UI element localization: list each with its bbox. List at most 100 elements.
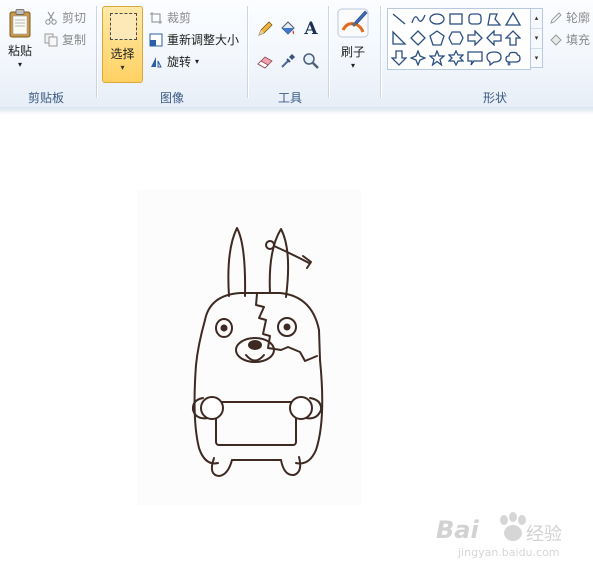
brushes-label: 刷子: [340, 45, 365, 59]
fill-bucket-tool-button[interactable]: [277, 18, 299, 40]
outline-button[interactable]: 轮廓: [549, 9, 590, 26]
fill-label: 填充: [566, 33, 591, 47]
rotate-label: 旋转: [167, 55, 192, 69]
color-picker-tool-button[interactable]: [277, 50, 299, 72]
crop-icon: [149, 11, 163, 25]
hexagon-icon: [448, 31, 464, 45]
crop-label: 裁剪: [167, 11, 192, 25]
shapes-gallery: [387, 8, 531, 70]
brush-icon: [337, 8, 369, 38]
paste-dropdown-arrow[interactable]: ▾: [18, 60, 22, 69]
right-triangle-shape[interactable]: [390, 29, 408, 47]
triangle-shape[interactable]: [504, 10, 522, 28]
select-dropdown-arrow[interactable]: ▾: [103, 63, 142, 72]
watermark-suffix: 经验: [526, 524, 562, 545]
crop-button[interactable]: 裁剪: [149, 9, 191, 26]
pentagon-shape[interactable]: [428, 29, 446, 47]
group-separator: [328, 6, 329, 98]
down-arrow-shape[interactable]: [390, 49, 408, 67]
watermark-brand: Bai: [436, 516, 479, 544]
left-arrow-shape[interactable]: [485, 29, 503, 47]
five-point-star-icon: [429, 50, 445, 66]
up-arrow-shape[interactable]: [504, 29, 522, 47]
down-arrow-icon: [391, 50, 407, 66]
rounded-rectangle-shape[interactable]: [466, 10, 484, 28]
fill-button[interactable]: 填充: [549, 31, 590, 48]
rect-callout-icon: [467, 51, 483, 66]
cloud-callout-shape[interactable]: [504, 49, 522, 67]
diamond-shape[interactable]: [409, 29, 427, 47]
hexagon-shape[interactable]: [447, 29, 465, 47]
shapes-more[interactable]: ▾: [531, 49, 542, 67]
copy-button[interactable]: 复制: [44, 31, 86, 48]
polygon-shape[interactable]: [485, 10, 503, 28]
right-arrow-shape[interactable]: [466, 29, 484, 47]
paste-button[interactable]: 粘贴 ▾: [4, 6, 36, 78]
triangle-icon: [505, 11, 521, 26]
rectangle-icon: [449, 13, 463, 25]
shapes-scrollbar[interactable]: ▴ ▾ ▾: [530, 8, 543, 68]
rect-callout-shape[interactable]: [466, 49, 484, 67]
oval-callout-shape[interactable]: [485, 49, 503, 67]
cut-label: 剪切: [62, 11, 87, 25]
eraser-icon: [257, 56, 273, 69]
four-point-star-shape[interactable]: [409, 49, 427, 67]
fill-bucket-icon: [549, 33, 563, 47]
copy-label: 复制: [62, 33, 87, 47]
shapes-scroll-up[interactable]: ▴: [531, 9, 542, 29]
outline-label: 轮廓: [566, 11, 591, 25]
rectangle-shape[interactable]: [447, 10, 465, 28]
selection-marquee-icon: [110, 13, 137, 40]
shapes-group-label: 形状: [482, 91, 507, 105]
brushes-button[interactable]: 刷子 ▾: [334, 6, 372, 78]
pencil-tool-button[interactable]: [254, 18, 276, 40]
pencil-icon: [258, 21, 273, 36]
resize-button[interactable]: 重新调整大小: [149, 31, 239, 48]
rotate-icon: [149, 55, 163, 69]
brushes-dropdown-arrow[interactable]: ▾: [351, 61, 355, 70]
right-triangle-icon: [392, 30, 407, 45]
cloud-callout-icon: [505, 51, 521, 66]
magnifier-tool-button[interactable]: [300, 50, 322, 72]
six-point-star-shape[interactable]: [447, 49, 465, 67]
left-arrow-icon: [486, 30, 502, 46]
resize-label: 重新调整大小: [167, 33, 240, 47]
resize-icon: [149, 33, 163, 47]
line-shape[interactable]: [390, 10, 408, 28]
watermark-brand-text: Bai: [436, 516, 479, 544]
tools-group-label: 工具: [277, 91, 302, 105]
watermark-url: jingyan.baidu.com: [458, 546, 560, 559]
rotate-dropdown-arrow[interactable]: ▾: [195, 57, 199, 66]
eyedropper-icon: [281, 54, 295, 68]
baidu-watermark: Bai 经验 jingyan.baidu.com: [434, 508, 564, 566]
drawing-canvas[interactable]: [0, 115, 593, 573]
select-label: 选择: [110, 47, 135, 61]
eraser-tool-button[interactable]: [254, 50, 276, 72]
shapes-scroll-down[interactable]: ▾: [531, 29, 542, 49]
text-tool-button[interactable]: A: [300, 18, 322, 40]
ribbon-shadow: [0, 107, 593, 115]
diamond-icon: [410, 30, 426, 46]
copy-icon: [44, 33, 58, 47]
group-separator: [247, 6, 248, 98]
polygon-icon: [487, 13, 502, 26]
select-button[interactable]: 选择 ▾: [102, 6, 143, 83]
pentagon-icon: [429, 30, 445, 46]
ribbon: 粘贴 ▾ 剪切 复制 剪贴板 选择 ▾ 裁剪 重新调整大小 旋转 ▾ 图像 A …: [0, 0, 593, 108]
oval-icon: [429, 13, 445, 25]
four-point-star-icon: [410, 50, 426, 66]
outline-pen-icon: [549, 11, 563, 25]
magnifier-icon: [303, 53, 319, 69]
group-separator: [96, 6, 97, 98]
oval-shape[interactable]: [428, 10, 446, 28]
rotate-button[interactable]: 旋转 ▾: [149, 53, 199, 70]
cut-button[interactable]: 剪切: [44, 9, 86, 26]
curve-icon: [411, 14, 426, 24]
curve-shape[interactable]: [409, 10, 427, 28]
line-icon: [392, 13, 406, 25]
five-point-star-shape[interactable]: [428, 49, 446, 67]
oval-callout-icon: [486, 51, 502, 66]
six-point-star-icon: [448, 50, 464, 66]
paint-bucket-icon: [281, 21, 295, 35]
up-arrow-icon: [505, 30, 521, 46]
